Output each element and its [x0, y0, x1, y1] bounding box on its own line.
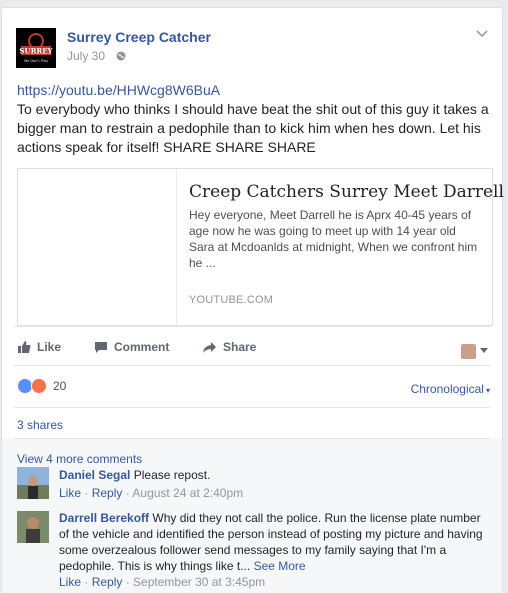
link-preview[interactable]: Creep Catchers Surrey Meet Darrell Hey e…	[17, 168, 504, 326]
comment-avatar[interactable]	[17, 467, 49, 499]
comment-author[interactable]: Darrell Berekoff	[59, 511, 149, 525]
comment-avatar[interactable]	[17, 511, 49, 543]
page-name[interactable]: Surrey Creep Catcher	[67, 29, 211, 45]
comment-button[interactable]: Comment	[94, 340, 169, 354]
view-more-comments-link[interactable]: View 4 more comments	[17, 452, 142, 466]
avatar[interactable]	[461, 344, 476, 359]
comment-text: Please repost.	[133, 468, 211, 482]
comment-author[interactable]: Daniel Segal	[59, 468, 130, 482]
comment-reply-link[interactable]: Reply	[92, 575, 123, 589]
post-body: https://youtu.be/HHWcg8W6BuA To everybod…	[17, 81, 497, 157]
page-logo: SURREY We Don't Play	[16, 28, 56, 68]
like-button[interactable]: Like	[17, 340, 61, 354]
divider	[14, 407, 490, 408]
share-icon	[203, 341, 216, 353]
link-title[interactable]: Creep Catchers Surrey Meet Darrell	[189, 182, 504, 202]
globe-icon	[116, 51, 126, 61]
post-link[interactable]: https://youtu.be/HHWcg8W6BuA	[17, 82, 220, 98]
caret-down-icon[interactable]	[480, 348, 488, 353]
comment-sort-dropdown[interactable]: Chronological ▾	[411, 382, 490, 396]
comment-label: Comment	[114, 340, 170, 354]
comment-icon	[95, 341, 107, 353]
caret-down-icon: ▾	[485, 386, 490, 395]
divider	[14, 438, 490, 439]
link-thumbnail[interactable]	[18, 169, 177, 325]
post-text: To everybody who thinks I should have be…	[17, 101, 489, 155]
share-label: Share	[223, 340, 257, 354]
comment-like-link[interactable]: Like	[59, 486, 81, 500]
comment-time[interactable]: September 30 at 3:45pm	[133, 575, 265, 589]
link-description: Hey everyone, Meet Darrell he is Aprx 40…	[189, 208, 478, 270]
svg-text:We Don't Play: We Don't Play	[24, 59, 48, 63]
comment-body: Darrell Berekoff Why did they not call t…	[59, 510, 489, 574]
post-date[interactable]: July 30	[67, 49, 105, 63]
page-avatar[interactable]: SURREY We Don't Play	[16, 28, 56, 68]
comment-time[interactable]: August 24 at 2:40pm	[132, 486, 243, 500]
svg-text:SURREY: SURREY	[19, 47, 53, 56]
comment-reply-link[interactable]: Reply	[92, 486, 123, 500]
like-label: Like	[37, 340, 62, 354]
comment-meta: Like · Reply · August 24 at 2:40pm	[59, 486, 244, 500]
thumbs-up-icon	[18, 341, 31, 353]
link-domain: YOUTUBE.COM	[189, 294, 274, 306]
comment-body: Daniel Segal Please repost.	[59, 467, 489, 483]
see-more-link[interactable]: See More	[254, 559, 306, 573]
reactions-summary[interactable]: 20	[17, 378, 66, 394]
divider	[14, 326, 490, 327]
divider	[14, 365, 490, 366]
comment-like-link[interactable]: Like	[59, 575, 81, 589]
reaction-count: 20	[53, 379, 67, 393]
sort-label: Chronological	[410, 382, 484, 396]
comment-meta: Like · Reply · September 30 at 3:45pm	[59, 575, 266, 589]
shares-count[interactable]: 3 shares	[17, 418, 63, 432]
post-card: SURREY We Don't Play Surrey Creep Catche…	[1, 7, 504, 593]
share-button[interactable]: Share	[202, 340, 256, 354]
angry-reaction-icon	[31, 378, 47, 394]
chevron-down-icon[interactable]	[476, 30, 488, 38]
